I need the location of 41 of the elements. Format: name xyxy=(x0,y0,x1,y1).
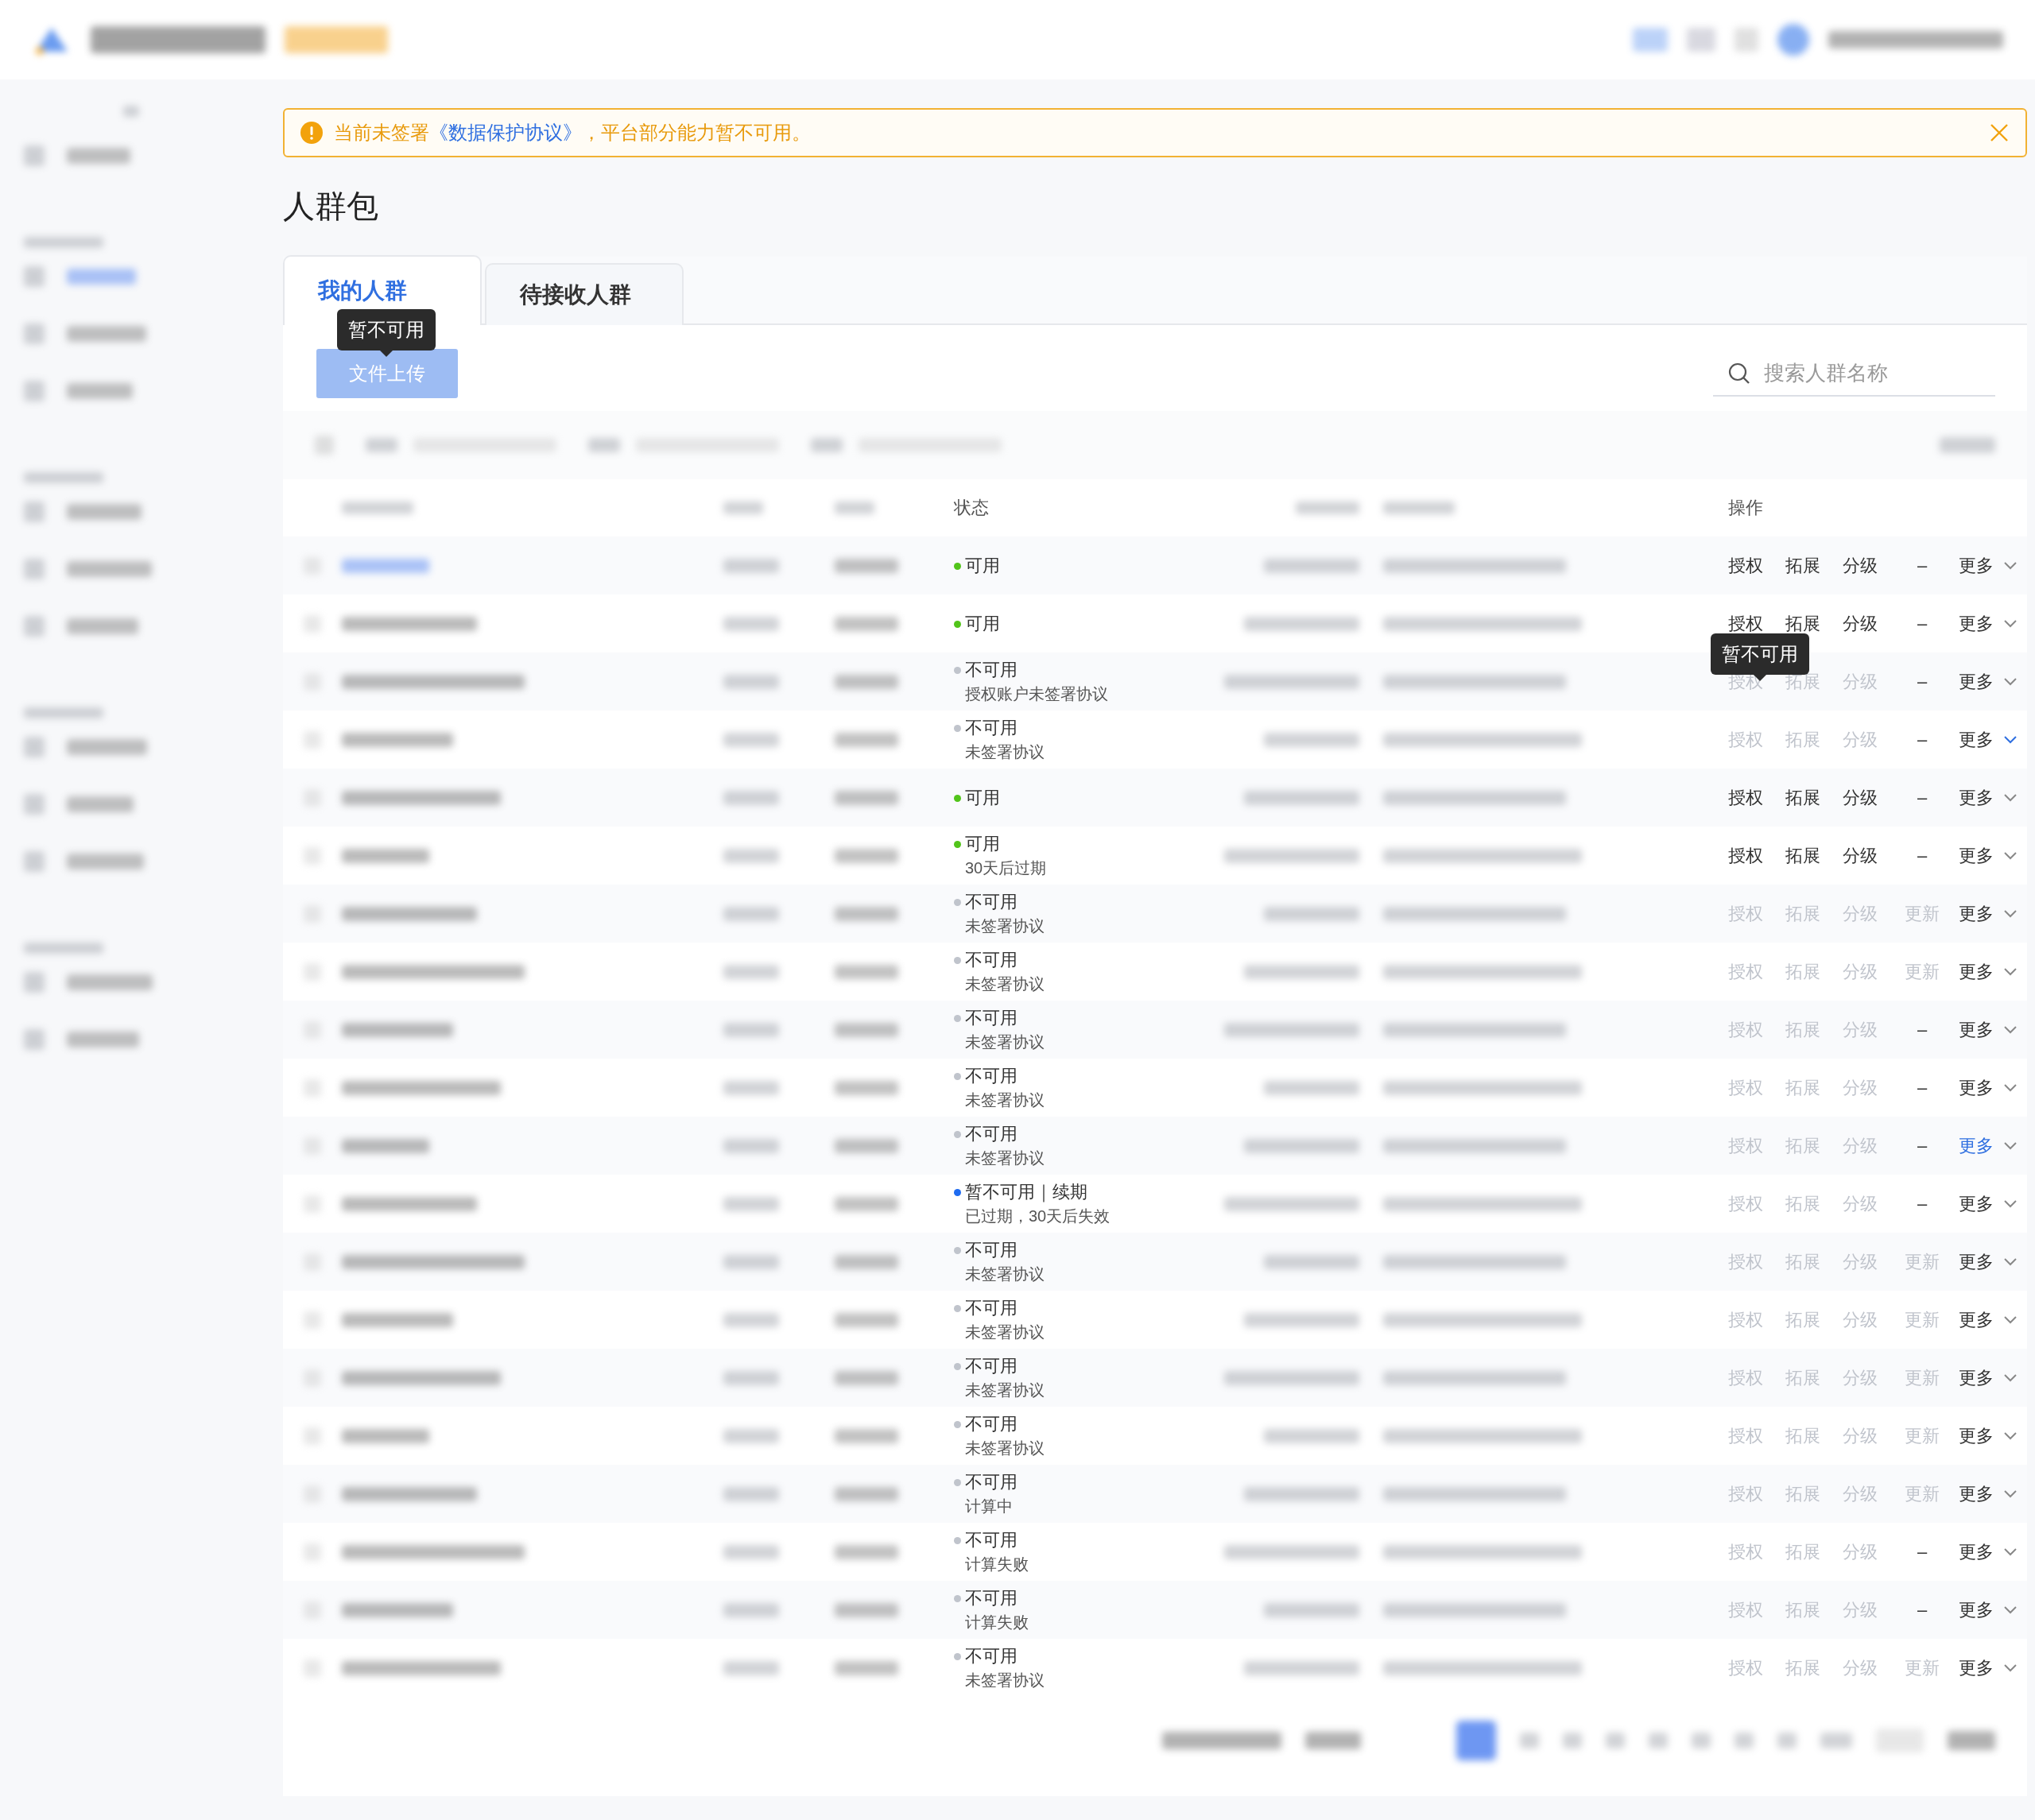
status-label: 可用 xyxy=(965,612,1000,635)
status-note: 30天后过期 xyxy=(965,858,1047,878)
status-label: 不可用 xyxy=(965,1007,1018,1029)
status-label: 不可用 xyxy=(965,891,1018,913)
status-note: 计算失败 xyxy=(965,1555,1029,1574)
status-label: 不可用 xyxy=(965,1065,1018,1087)
status-label: 不可用 xyxy=(965,1413,1018,1435)
status-note: 计算失败 xyxy=(965,1613,1029,1632)
status-note: 计算中 xyxy=(965,1497,1014,1516)
status-label: 不可用 xyxy=(965,1471,1018,1493)
status-note: 未签署协议 xyxy=(965,916,1045,936)
status-note: 未签署协议 xyxy=(965,1322,1045,1342)
status-label: 不可用 xyxy=(965,1587,1018,1609)
status-note: 已过期，30天后失效 xyxy=(965,1206,1111,1226)
status-label: 不可用 xyxy=(965,1297,1018,1319)
status-note: 未签署协议 xyxy=(965,1032,1045,1052)
status-note: 未签署协议 xyxy=(965,1439,1045,1458)
alert-message: 当前未签署《数据保护协议》，平台部分能力暂不可用。 xyxy=(334,121,812,145)
status-label: 不可用 xyxy=(965,659,1018,681)
status-note: 授权账户未签署协议 xyxy=(965,684,1108,704)
status-label: 不可用 xyxy=(965,1239,1018,1261)
status-label: 可用 xyxy=(965,786,1000,809)
status-label: 不可用 xyxy=(965,717,1018,739)
status-label: 不可用 xyxy=(965,949,1018,971)
status-label: 可用 xyxy=(965,554,1000,577)
status-label: 可用 xyxy=(965,833,1001,855)
page-title: 人群包 xyxy=(283,188,378,225)
status-note: 未签署协议 xyxy=(965,742,1045,762)
status-label: 不可用 xyxy=(965,1529,1018,1551)
status-note: 未签署协议 xyxy=(965,1148,1045,1168)
status-note: 未签署协议 xyxy=(965,1380,1045,1400)
status-note: 未签署协议 xyxy=(965,1264,1045,1284)
status-note: 未签署协议 xyxy=(965,974,1045,994)
status-label: 不可用 xyxy=(965,1123,1018,1145)
column-header: 状态 xyxy=(954,497,989,519)
status-label: 暂不可用｜续期 xyxy=(965,1181,1088,1204)
status-label: 不可用 xyxy=(965,1355,1018,1377)
column-header: 操作 xyxy=(1728,497,1763,519)
status-note: 未签署协议 xyxy=(965,1671,1045,1690)
status-label: 不可用 xyxy=(965,1645,1018,1667)
status-note: 未签署协议 xyxy=(965,1090,1045,1110)
